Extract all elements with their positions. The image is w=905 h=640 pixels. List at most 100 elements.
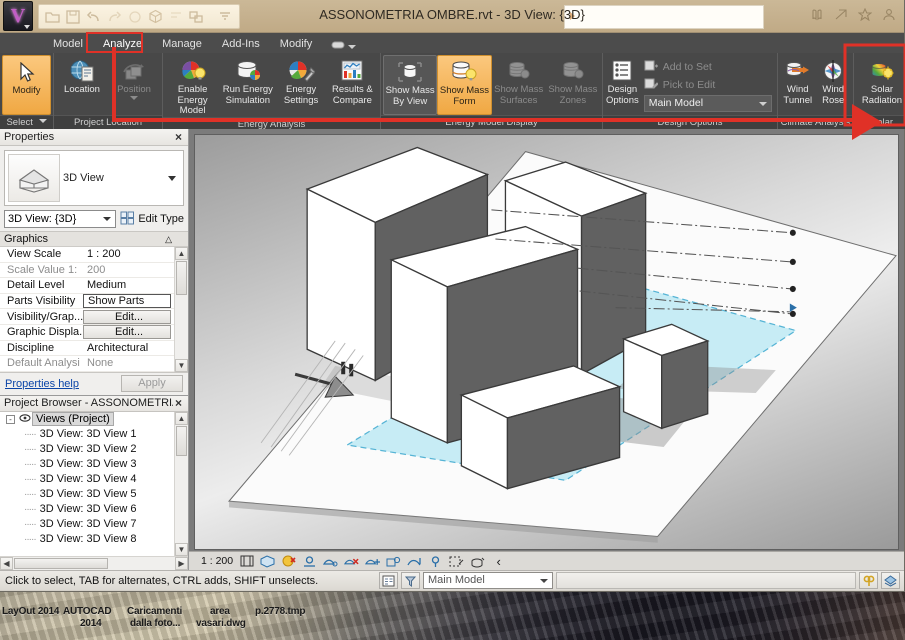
project-browser-item[interactable]: ····· 3D View: 3D View 1 — [0, 427, 188, 442]
wind-rose-button[interactable]: Wind Rose — [816, 55, 852, 115]
project-browser-item[interactable]: ····· 3D View: 3D View 5 — [0, 487, 188, 502]
design-options-button[interactable]: Design Options — [605, 55, 640, 115]
tree-horizontal-scrollbar[interactable]: ◀ ▶ — [0, 556, 188, 570]
tree-vertical-scrollbar[interactable]: ▲ ▼ — [174, 411, 188, 556]
tab-manage[interactable]: Manage — [153, 36, 211, 53]
taskbar-item[interactable]: LayOut 2014 — [2, 606, 59, 617]
taskbar-item[interactable]: dalla foto... — [130, 618, 180, 629]
chevron-down-icon[interactable] — [758, 101, 767, 106]
project-browser[interactable]: - Views (Project) ····· 3D View: 3D View … — [0, 411, 188, 570]
chevron-down-icon[interactable] — [103, 217, 112, 221]
design-option-combo[interactable]: Main Model — [643, 94, 772, 112]
show-mass-surfaces-button[interactable]: Show Mass Surfaces — [492, 55, 546, 115]
properties-toggle-icon[interactable] — [379, 572, 398, 589]
detail-level-icon[interactable] — [260, 554, 275, 569]
shadows-off-icon[interactable] — [323, 554, 338, 569]
temporary-hide-isolate-icon[interactable] — [428, 554, 443, 569]
signin-icon[interactable] — [834, 8, 848, 24]
project-browser-item[interactable]: ····· 3D View: 3D View 8 — [0, 532, 188, 547]
chevron-down-icon[interactable] — [130, 95, 138, 100]
property-edit-button[interactable]: Edit... — [83, 309, 171, 324]
view-selector-dropdown[interactable]: 3D View: {3D} — [4, 210, 117, 228]
3d-view-canvas[interactable] — [194, 134, 899, 550]
project-browser-item[interactable]: ····· 3D View: 3D View 2 — [0, 442, 188, 457]
property-row[interactable]: Default Analysi None — [0, 356, 188, 372]
taskbar-item[interactable]: Caricamenti — [127, 606, 182, 617]
account-icon[interactable] — [882, 8, 896, 24]
tab-modify[interactable]: Modify — [271, 36, 321, 53]
scrollbar-thumb[interactable] — [176, 425, 187, 456]
chevron-down-icon[interactable] — [168, 176, 176, 181]
modify-button[interactable]: Modify — [2, 55, 51, 115]
properties-group-header[interactable]: Graphics △ — [0, 232, 188, 247]
wind-tunnel-button[interactable]: Wind Tunnel — [780, 55, 816, 115]
view-scale-label[interactable]: 1 : 200 — [201, 555, 233, 567]
ribbon-panels[interactable]: Modify Select Location Position Project … — [0, 53, 905, 142]
select-underlay-icon[interactable] — [881, 572, 900, 589]
apply-button[interactable]: Apply — [121, 375, 183, 393]
enable-energy-model-button[interactable]: Enable Energy Model — [165, 55, 220, 117]
properties-type-selector[interactable]: 3D View — [4, 150, 184, 206]
rendering-dialog-icon[interactable] — [344, 554, 359, 569]
show-mass-by-view-button[interactable]: Show Mass By View — [383, 55, 438, 115]
scroll-up-icon[interactable]: ▲ — [175, 247, 188, 260]
scroll-right-icon[interactable]: ▶ — [175, 557, 188, 570]
location-button[interactable]: Location — [56, 55, 108, 115]
favorites-icon[interactable] — [857, 7, 873, 24]
scroll-up-icon[interactable]: ▲ — [175, 411, 188, 425]
property-value[interactable]: Show Parts — [83, 294, 171, 309]
pick-to-edit-item[interactable]: Pick to Edit — [644, 77, 772, 93]
property-edit-button[interactable]: Edit... — [83, 325, 171, 340]
filter-icon[interactable] — [401, 572, 420, 589]
scrollbar-thumb[interactable] — [176, 261, 187, 295]
property-row[interactable]: Graphic Displa... Edit... — [0, 325, 188, 341]
add-to-set-item[interactable]: Add to Set — [644, 59, 772, 75]
project-browser-item[interactable]: ····· 3D View: 3D View 4 — [0, 472, 188, 487]
tab-analyze[interactable]: Analyze — [94, 36, 151, 53]
show-mass-zones-button[interactable]: Show Mass Zones — [546, 55, 600, 115]
collapse-expander-icon[interactable]: - — [6, 414, 15, 424]
tab-addins[interactable]: Add-Ins — [213, 36, 269, 53]
scrollbar-thumb[interactable] — [14, 558, 108, 569]
close-icon[interactable]: × — [173, 396, 184, 410]
run-energy-simulation-button[interactable]: Run Energy Simulation — [220, 55, 275, 117]
sun-path-icon[interactable] — [302, 554, 317, 569]
scroll-left-icon[interactable]: ◀ — [0, 557, 13, 570]
solar-radiation-button[interactable]: Solar Radiation — [856, 55, 905, 115]
position-button[interactable]: Position — [108, 55, 160, 115]
infocenter-icons[interactable] — [810, 7, 896, 24]
results-compare-button[interactable]: Results & Compare — [327, 55, 378, 117]
project-browser-item[interactable]: ····· 3D View: 3D View 7 — [0, 517, 188, 532]
worksharing-display-icon[interactable] — [470, 554, 485, 569]
properties-scrollbar[interactable]: ▲ ▼ — [174, 247, 188, 372]
project-browser-tree[interactable]: - Views (Project) ····· 3D View: 3D View … — [0, 411, 188, 556]
edit-type-button[interactable]: Edit Type — [120, 211, 184, 228]
help-icon[interactable] — [810, 8, 824, 24]
project-browser-item[interactable]: ····· 3D View: 3D View 3 — [0, 457, 188, 472]
crop-region-icon[interactable] — [239, 554, 254, 569]
taskbar-item[interactable]: p.2778.tmp — [255, 606, 305, 617]
lock-3d-view-icon[interactable] — [407, 554, 422, 569]
taskbar-item[interactable]: vasari.dwg — [196, 618, 246, 629]
scroll-down-icon[interactable]: ▼ — [175, 543, 188, 556]
chevron-down-icon[interactable] — [348, 44, 357, 49]
view-control-bar[interactable]: 1 : 200 ‹ — [189, 551, 904, 570]
close-icon[interactable]: × — [173, 130, 184, 144]
show-mass-form-button[interactable]: Show Mass Form — [437, 55, 492, 115]
reveal-hidden-elements-icon[interactable] — [449, 554, 464, 569]
energy-settings-button[interactable]: Energy Settings — [275, 55, 326, 117]
chevron-down-icon[interactable] — [24, 25, 30, 29]
scroll-down-icon[interactable]: ▼ — [175, 358, 188, 372]
property-row[interactable]: Visibility/Grap... Edit... — [0, 309, 188, 325]
chevron-down-icon[interactable] — [38, 119, 47, 123]
property-row[interactable]: Discipline Architectural — [0, 341, 188, 357]
property-row[interactable]: Scale Value 1: 200 — [0, 263, 188, 279]
visual-style-icon[interactable] — [281, 554, 296, 569]
select-links-icon[interactable] — [859, 572, 878, 589]
tab-mass-contextual[interactable] — [323, 40, 364, 53]
crop-view-icon[interactable] — [365, 554, 381, 569]
property-row[interactable]: Parts Visibility Show Parts — [0, 294, 188, 310]
tree-root-views-project[interactable]: - Views (Project) — [0, 412, 188, 427]
design-option-status-dropdown[interactable]: Main Model — [423, 572, 553, 589]
status-bar-right-tools[interactable]: Main Model — [379, 572, 904, 589]
